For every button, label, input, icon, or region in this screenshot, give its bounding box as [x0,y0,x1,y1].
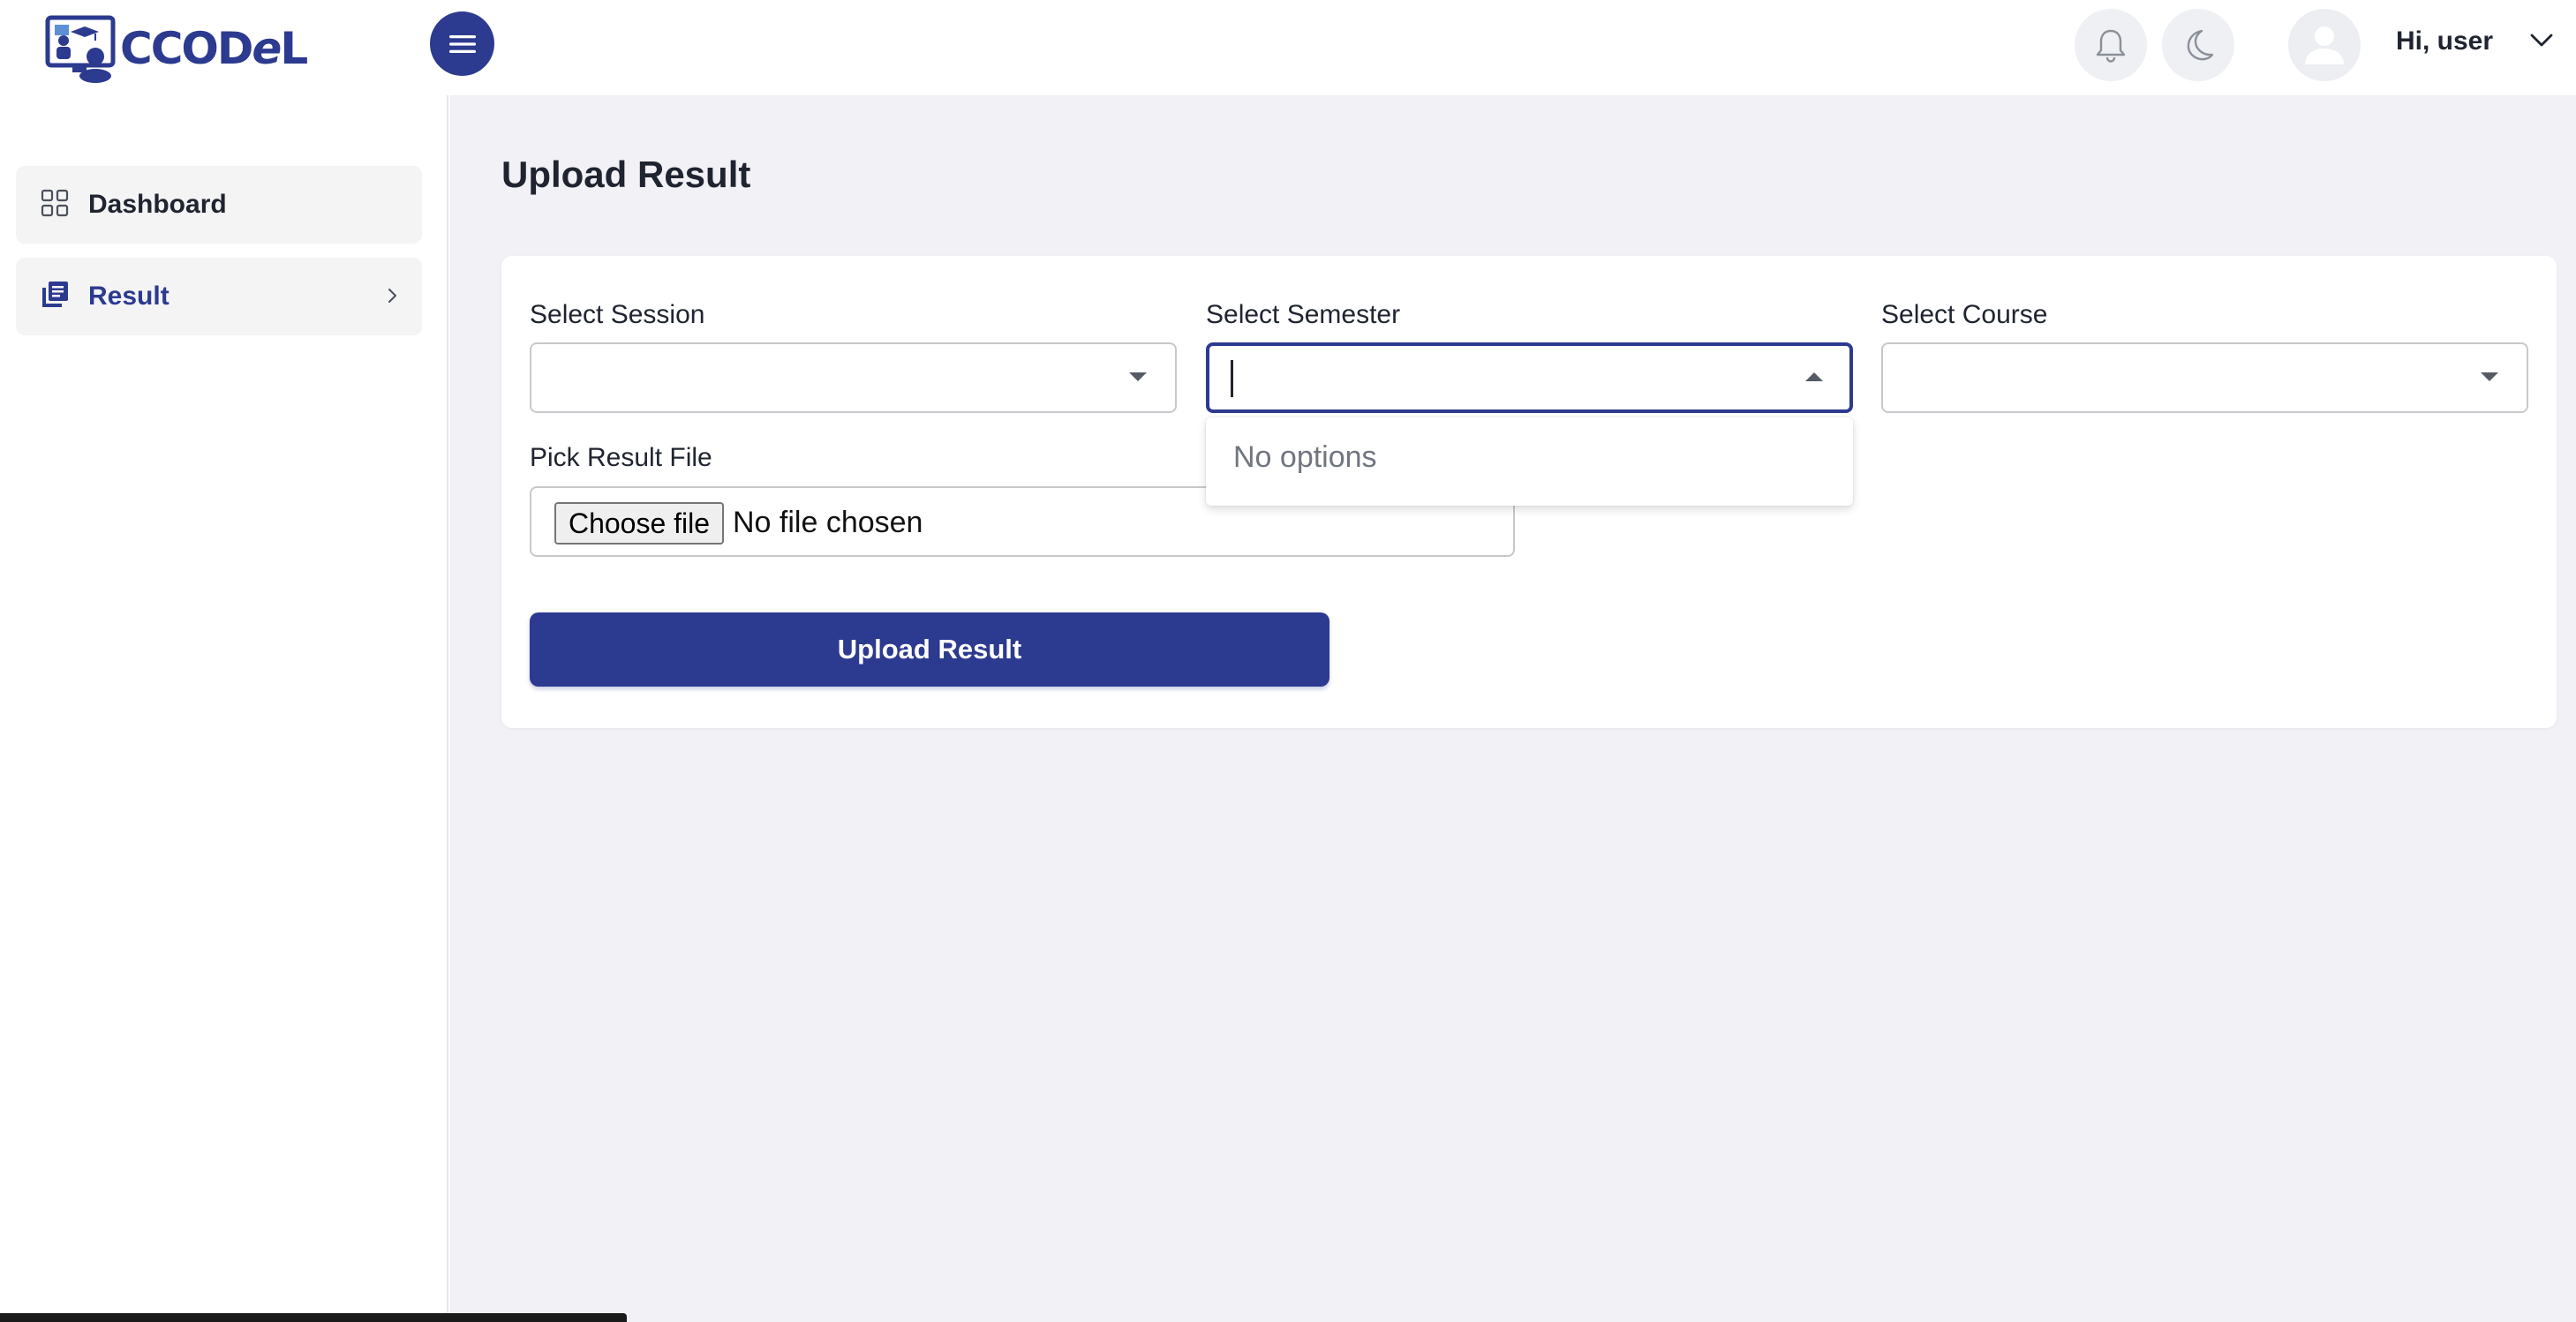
sidebar-item-label: Result [88,282,169,311]
no-options-message: No options [1233,440,1377,474]
chevron-right-icon [388,289,396,303]
menu-toggle-button[interactable] [430,11,494,76]
horizontal-scrollbar[interactable] [0,1313,627,1322]
top-bar: CCODeL Hi, user [0,0,2576,95]
notifications-button[interactable] [2075,9,2147,81]
sidebar: Dashboard Result [0,95,627,1322]
menu-icon [448,34,476,53]
chevron-down-icon[interactable] [2530,34,2553,48]
dropdown-arrow-up-icon [1805,372,1823,381]
semester-select[interactable] [1206,342,1853,413]
page-title: Upload Result [501,154,751,195]
sidebar-item-result[interactable]: Result [16,258,422,335]
sidebar-item-dashboard[interactable]: Dashboard [16,166,422,244]
choose-file-button[interactable]: Choose file [554,502,724,545]
moon-icon [2187,29,2214,61]
session-select[interactable] [530,342,1177,413]
grid-icon [41,189,69,217]
file-status: No file chosen [733,506,923,539]
bell-icon [2096,29,2126,63]
logo-text: CCODeL [120,23,308,74]
user-icon [2305,26,2344,64]
upload-result-button[interactable]: Upload Result [530,612,1329,687]
logo-icon [45,15,116,83]
text-cursor [1231,360,1233,397]
avatar[interactable] [2288,9,2361,81]
theme-toggle-button[interactable] [2162,9,2234,81]
library-books-icon [42,282,68,307]
course-label: Select Course [1881,300,2048,329]
semester-label: Select Semester [1206,300,1401,329]
sidebar-item-label: Dashboard [88,190,227,219]
dropdown-arrow-icon [2481,372,2498,381]
user-greeting[interactable]: Hi, user [2396,26,2493,56]
file-label: Pick Result File [530,443,712,472]
dropdown-arrow-icon [1129,372,1147,381]
session-label: Select Session [530,300,705,329]
semester-dropdown-menu: No options [1206,417,1853,506]
logo[interactable]: CCODeL [44,14,308,83]
course-select[interactable] [1881,342,2528,413]
